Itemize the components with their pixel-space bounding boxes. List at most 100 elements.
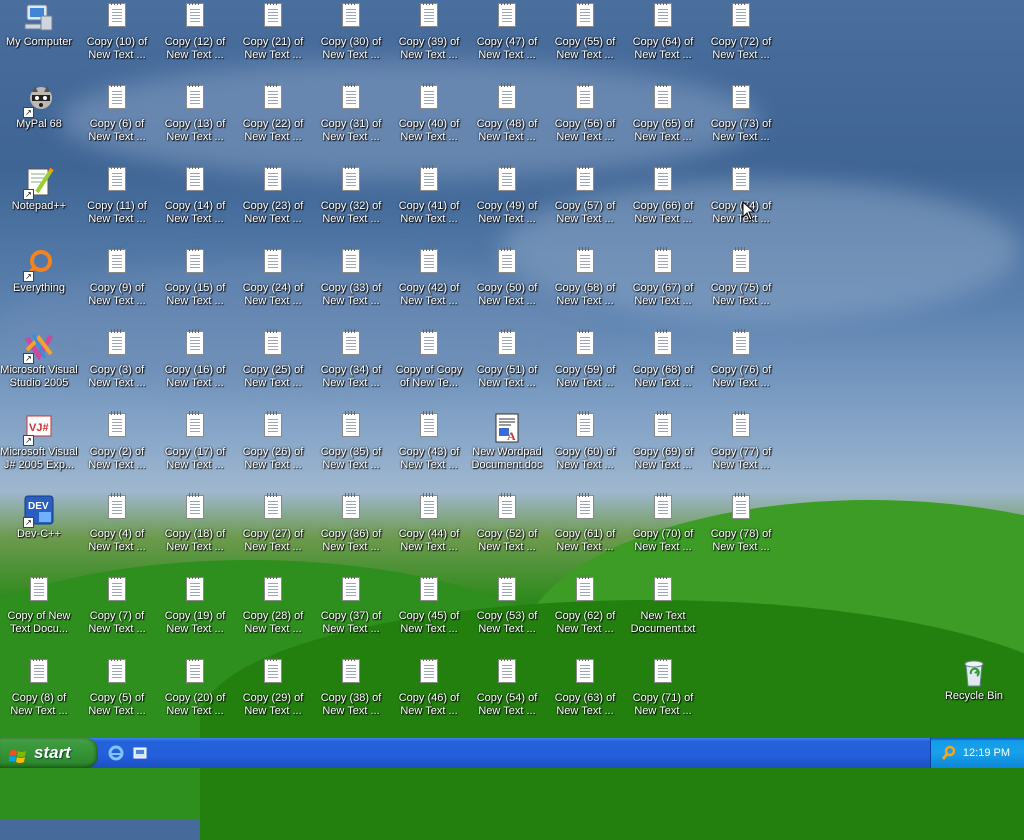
text-document[interactable]: Copy (77) of New Text ... xyxy=(702,411,780,472)
text-document[interactable]: Copy (2) of New Text ... xyxy=(78,411,156,472)
text-document[interactable]: Copy (41) of New Text ... xyxy=(390,165,468,226)
text-document[interactable]: Copy (25) of New Text ... xyxy=(234,329,312,390)
text-document[interactable]: Copy (48) of New Text ... xyxy=(468,83,546,144)
text-document[interactable]: Copy (26) of New Text ... xyxy=(234,411,312,472)
text-document[interactable]: Copy (30) of New Text ... xyxy=(312,1,390,62)
show-desktop-icon[interactable] xyxy=(132,745,148,761)
text-document[interactable]: Copy (40) of New Text ... xyxy=(390,83,468,144)
text-document[interactable]: Copy (63) of New Text ... xyxy=(546,657,624,718)
text-document[interactable]: Copy (66) of New Text ... xyxy=(624,165,702,226)
text-document[interactable]: Copy (74) of New Text ... xyxy=(702,165,780,226)
text-document[interactable]: Copy (32) of New Text ... xyxy=(312,165,390,226)
text-document[interactable]: Copy (73) of New Text ... xyxy=(702,83,780,144)
text-document[interactable]: Copy (5) of New Text ... xyxy=(78,657,156,718)
text-document[interactable]: Copy (18) of New Text ... xyxy=(156,493,234,554)
text-document[interactable]: Copy (65) of New Text ... xyxy=(624,83,702,144)
icon-label: Copy (41) of New Text ... xyxy=(398,200,460,225)
text-document[interactable]: Copy (11) of New Text ... xyxy=(78,165,156,226)
text-document[interactable]: Copy (45) of New Text ... xyxy=(390,575,468,636)
text-document[interactable]: Copy (19) of New Text ... xyxy=(156,575,234,636)
text-document[interactable]: Copy (56) of New Text ... xyxy=(546,83,624,144)
text-document[interactable]: Copy (68) of New Text ... xyxy=(624,329,702,390)
wordpad-document[interactable]: A New Wordpad Document.doc xyxy=(468,412,546,472)
text-document[interactable]: Copy (44) of New Text ... xyxy=(390,493,468,554)
mypal[interactable]: ↗ MyPal 68 xyxy=(0,84,78,131)
text-document[interactable]: Copy (27) of New Text ... xyxy=(234,493,312,554)
devcpp-icon: DEV ↗ xyxy=(23,494,55,528)
text-document[interactable]: Copy (35) of New Text ... xyxy=(312,411,390,472)
text-document[interactable]: Copy (34) of New Text ... xyxy=(312,329,390,390)
text-document[interactable]: New Text Document.txt xyxy=(624,575,702,636)
text-document[interactable]: Copy (62) of New Text ... xyxy=(546,575,624,636)
text-document[interactable]: Copy (39) of New Text ... xyxy=(390,1,468,62)
text-document[interactable]: Copy (3) of New Text ... xyxy=(78,329,156,390)
text-document[interactable]: Copy (72) of New Text ... xyxy=(702,1,780,62)
text-document[interactable]: Copy (37) of New Text ... xyxy=(312,575,390,636)
text-document[interactable]: Copy (12) of New Text ... xyxy=(156,1,234,62)
text-document[interactable]: Copy (47) of New Text ... xyxy=(468,1,546,62)
text-document[interactable]: Copy (4) of New Text ... xyxy=(78,493,156,554)
text-document[interactable]: Copy (52) of New Text ... xyxy=(468,493,546,554)
notepadpp[interactable]: ↗ Notepad++ xyxy=(0,166,78,213)
text-document[interactable]: Copy (61) of New Text ... xyxy=(546,493,624,554)
text-document[interactable]: Copy (7) of New Text ... xyxy=(78,575,156,636)
text-document[interactable]: Copy (55) of New Text ... xyxy=(546,1,624,62)
text-document[interactable]: Copy (59) of New Text ... xyxy=(546,329,624,390)
text-document[interactable]: Copy (78) of New Text ... xyxy=(702,493,780,554)
clock[interactable]: 12:19 PM xyxy=(963,747,1010,759)
text-document[interactable]: Copy (70) of New Text ... xyxy=(624,493,702,554)
recycle-bin[interactable]: Recycle Bin xyxy=(935,656,1013,703)
text-document[interactable]: Copy (31) of New Text ... xyxy=(312,83,390,144)
text-document[interactable]: Copy (17) of New Text ... xyxy=(156,411,234,472)
my-computer[interactable]: My Computer xyxy=(0,2,78,49)
text-document[interactable]: Copy (69) of New Text ... xyxy=(624,411,702,472)
start-button[interactable]: start xyxy=(0,738,98,768)
text-document[interactable]: Copy (49) of New Text ... xyxy=(468,165,546,226)
text-document[interactable]: Copy (71) of New Text ... xyxy=(624,657,702,718)
text-document[interactable]: Copy (60) of New Text ... xyxy=(546,411,624,472)
text-document[interactable]: Copy (23) of New Text ... xyxy=(234,165,312,226)
text-document[interactable]: Copy (14) of New Text ... xyxy=(156,165,234,226)
text-document[interactable]: Copy (46) of New Text ... xyxy=(390,657,468,718)
text-document[interactable]: Copy (38) of New Text ... xyxy=(312,657,390,718)
text-document[interactable]: Copy (10) of New Text ... xyxy=(78,1,156,62)
msvj[interactable]: VJ# ↗ Microsoft Visual J# 2005 Exp... xyxy=(0,412,78,472)
text-document[interactable]: Copy (36) of New Text ... xyxy=(312,493,390,554)
icon-label: Copy (22) of New Text ... xyxy=(242,118,304,143)
internet-explorer-icon[interactable] xyxy=(108,745,124,761)
text-document[interactable]: Copy (6) of New Text ... xyxy=(78,83,156,144)
text-document[interactable]: Copy (29) of New Text ... xyxy=(234,657,312,718)
text-document[interactable]: Copy (57) of New Text ... xyxy=(546,165,624,226)
text-document[interactable]: Copy (43) of New Text ... xyxy=(390,411,468,472)
text-document[interactable]: Copy (51) of New Text ... xyxy=(468,329,546,390)
text-document[interactable]: Copy (24) of New Text ... xyxy=(234,247,312,308)
text-document[interactable]: Copy (20) of New Text ... xyxy=(156,657,234,718)
everything[interactable]: ↗ Everything xyxy=(0,248,78,295)
text-document[interactable]: Copy (53) of New Text ... xyxy=(468,575,546,636)
text-document[interactable]: Copy (76) of New Text ... xyxy=(702,329,780,390)
copy-new-text[interactable]: Copy of New Text Docu... xyxy=(0,575,78,636)
text-document[interactable]: Copy (75) of New Text ... xyxy=(702,247,780,308)
text-document[interactable]: Copy of Copy of New Te... xyxy=(390,329,468,390)
search-icon[interactable] xyxy=(941,745,957,761)
text-document[interactable]: Copy (22) of New Text ... xyxy=(234,83,312,144)
text-document[interactable]: Copy (15) of New Text ... xyxy=(156,247,234,308)
text-document[interactable]: Copy (67) of New Text ... xyxy=(624,247,702,308)
text-document[interactable]: Copy (54) of New Text ... xyxy=(468,657,546,718)
text-document[interactable]: Copy (42) of New Text ... xyxy=(390,247,468,308)
copy8[interactable]: Copy (8) of New Text ... xyxy=(0,657,78,718)
text-document[interactable]: Copy (13) of New Text ... xyxy=(156,83,234,144)
text-document[interactable]: Copy (21) of New Text ... xyxy=(234,1,312,62)
msvs[interactable]: ↗ Microsoft Visual Studio 2005 xyxy=(0,330,78,390)
text-document[interactable]: Copy (58) of New Text ... xyxy=(546,247,624,308)
text-document[interactable]: Copy (64) of New Text ... xyxy=(624,1,702,62)
text-document[interactable]: Copy (28) of New Text ... xyxy=(234,575,312,636)
text-document[interactable]: Copy (50) of New Text ... xyxy=(468,247,546,308)
text-document[interactable]: Copy (33) of New Text ... xyxy=(312,247,390,308)
icon-label: Notepad++ xyxy=(11,200,67,212)
text-document[interactable]: Copy (9) of New Text ... xyxy=(78,247,156,308)
icon-label: Copy (53) of New Text ... xyxy=(476,610,538,635)
text-document[interactable]: Copy (16) of New Text ... xyxy=(156,329,234,390)
text-document-icon xyxy=(335,657,367,690)
devcpp[interactable]: DEV ↗ Dev-C++ xyxy=(0,494,78,541)
